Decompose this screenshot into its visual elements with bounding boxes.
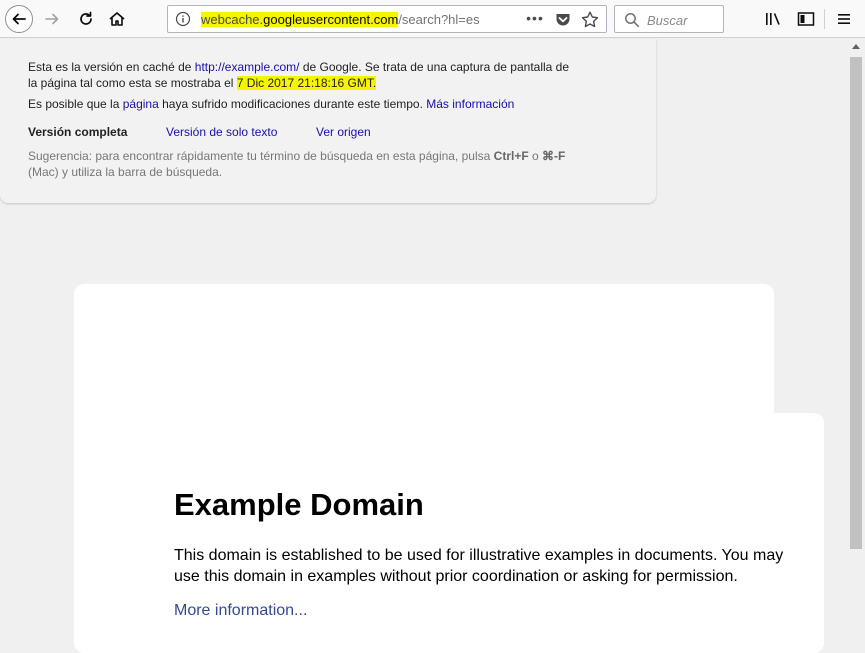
more-information-link[interactable]: More information... (174, 601, 307, 621)
search-tip-line-1: Sugerencia: para encontrar rápidamente t… (28, 148, 565, 164)
cache-notice-text-3: la página tal como esta se mostraba el (28, 76, 237, 90)
search-icon (624, 12, 640, 28)
url-bar[interactable]: webcache.googleusercontent.com/search?hl… (167, 5, 607, 33)
google-cache-header: Esta es la versión en caché de http://ex… (0, 39, 656, 203)
pocket-icon[interactable] (554, 11, 572, 29)
arrow-left-icon (12, 13, 26, 25)
url-path: /search?hl=es (398, 12, 480, 27)
url-text[interactable]: webcache.googleusercontent.com/search?hl… (201, 12, 491, 28)
tip-or: o (528, 149, 543, 163)
search-bar[interactable]: Buscar (614, 5, 724, 33)
info-icon[interactable] (175, 11, 191, 27)
more-info-link[interactable]: Más información (426, 97, 514, 111)
cache-notice-line-2: la página tal como esta se mostraba el 7… (28, 75, 377, 91)
page-paragraph: This domain is established to be used fo… (174, 547, 784, 585)
sidebar-button[interactable] (796, 9, 816, 29)
library-icon (766, 13, 780, 25)
url-host-main: googleusercontent.com (263, 12, 399, 27)
full-version-label: Versión completa (28, 125, 128, 139)
home-button[interactable] (106, 9, 128, 29)
bookmark-star-icon[interactable] (580, 10, 600, 30)
menu-button[interactable] (834, 9, 854, 29)
text-only-version-link[interactable]: Versión de solo texto (166, 124, 277, 140)
library-button[interactable] (764, 9, 784, 29)
forward-button[interactable] (42, 9, 62, 29)
sidebar-icon (797, 12, 815, 26)
toolbar-separator (824, 9, 825, 29)
cache-notice-text-4: Es posible que la (28, 97, 123, 111)
back-button[interactable] (5, 5, 33, 33)
search-placeholder: Buscar (647, 13, 688, 28)
cache-date: 7 Dic 2017 21:18:16 GMT. (236, 76, 377, 90)
cache-notice-text-5: haya sufrido modificaciones durante este… (158, 97, 427, 111)
cached-url-link[interactable]: http://example.com/ (195, 60, 300, 74)
scroll-up-arrow-icon[interactable] (852, 44, 860, 49)
arrow-right-icon (45, 13, 59, 25)
home-icon (109, 12, 125, 26)
cache-notice-text-2: de Google. Se trata de una captura de pa… (299, 60, 570, 74)
vertical-scrollbar[interactable] (848, 39, 865, 635)
cache-notice-text: Esta es la versión en caché de (28, 60, 195, 74)
scrollbar-thumb[interactable] (850, 57, 862, 549)
current-page-link[interactable]: página (123, 97, 159, 111)
reload-button[interactable] (76, 9, 96, 29)
page-title: Example Domain (174, 487, 424, 522)
url-host-prefix: webcache. (201, 12, 264, 27)
tip-cmd-f: ⌘-F (542, 149, 566, 163)
reload-icon (80, 11, 92, 25)
search-tip-line-2: (Mac) y utiliza la barra de búsqueda. (28, 165, 223, 179)
view-source-link[interactable]: Ver origen (316, 124, 371, 140)
cache-notice-line-3: Es posible que la página haya sufrido mo… (28, 96, 514, 112)
page-actions-button[interactable]: ••• (525, 11, 545, 29)
tip-text: Sugerencia: para encontrar rápidamente t… (28, 149, 494, 163)
search-tip: Sugerencia: para encontrar rápidamente t… (28, 148, 565, 180)
tip-ctrl-f: Ctrl+F (493, 149, 529, 163)
cache-version-links: Versión completa Versión de solo texto V… (28, 124, 371, 140)
cache-notice-line-1: Esta es la versión en caché de http://ex… (28, 59, 569, 75)
browser-toolbar: webcache.googleusercontent.com/search?hl… (0, 0, 865, 38)
hamburger-menu-icon (838, 14, 850, 24)
url-host-highlight: webcache.googleusercontent.com (201, 12, 399, 27)
